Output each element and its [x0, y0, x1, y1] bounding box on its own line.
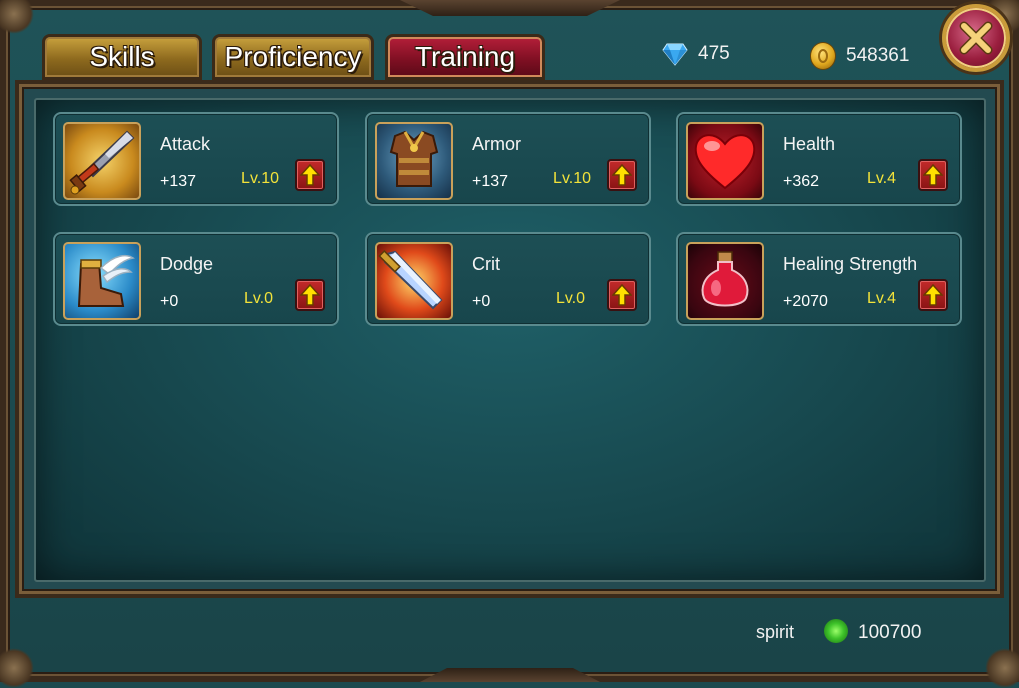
arrow-up-icon: [923, 284, 943, 306]
frame-corner-ornament: [0, 648, 34, 688]
gold-count: 548361: [846, 45, 910, 66]
tab-training[interactable]: Training: [385, 34, 545, 80]
stat-bonus: +137: [472, 173, 509, 190]
stat-level: Lv.10: [241, 170, 279, 187]
potion-icon: [686, 242, 764, 320]
diamond-icon: [662, 42, 688, 66]
winged-boot-icon: [63, 242, 141, 320]
close-icon: [959, 21, 993, 55]
stat-level: Lv.0: [243, 290, 273, 307]
top-ornament: [400, 0, 620, 16]
stat-name: Crit: [472, 254, 500, 274]
arrow-up-icon: [300, 164, 320, 186]
tab-label: Training: [414, 41, 516, 72]
arrow-up-icon: [300, 284, 320, 306]
gem-count: 475: [698, 43, 730, 64]
arrow-up-icon: [612, 164, 632, 186]
gold-coin-icon: [810, 42, 836, 70]
frame-corner-ornament: [985, 648, 1019, 688]
spirit-icon: [824, 619, 848, 643]
spirit-label: spirit: [756, 622, 795, 642]
stat-card-health: Health +362 Lv.4: [676, 112, 962, 206]
stat-bonus: +362: [783, 173, 820, 190]
upgrade-healing-strength-button[interactable]: [918, 279, 948, 311]
frame-corner-ornament: [0, 0, 34, 34]
upgrade-crit-button[interactable]: [607, 279, 637, 311]
arrow-up-icon: [923, 164, 943, 186]
upgrade-armor-button[interactable]: [607, 159, 637, 191]
close-button[interactable]: [942, 4, 1010, 72]
stat-level: Lv.10: [553, 170, 591, 187]
stat-level: Lv.0: [555, 290, 585, 307]
tab-proficiency[interactable]: Proficiency: [212, 34, 374, 80]
stat-card-armor: Armor +137 Lv.10: [365, 112, 651, 206]
stat-bonus: +0: [160, 293, 179, 310]
stat-name: Dodge: [160, 254, 214, 274]
stat-card-dodge: Dodge +0 Lv.0: [53, 232, 339, 326]
stat-card-crit: Crit +0 Lv.0: [365, 232, 651, 326]
stat-level: Lv.4: [866, 290, 896, 307]
stat-bonus: +0: [472, 293, 491, 310]
spirit-value: 100700: [858, 622, 922, 643]
armor-icon: [375, 122, 453, 200]
tab-skills[interactable]: Skills: [42, 34, 202, 80]
heart-icon: [686, 122, 764, 200]
tab-label: Proficiency: [224, 41, 362, 72]
gem-balance: 475: [662, 42, 730, 66]
stat-name: Attack: [160, 134, 211, 154]
stat-name: Health: [783, 134, 836, 154]
gold-balance: 548361: [810, 42, 909, 70]
upgrade-attack-button[interactable]: [295, 159, 325, 191]
upgrade-health-button[interactable]: [918, 159, 948, 191]
stat-card-healing-strength: Healing Strength +2070 Lv.4: [676, 232, 962, 326]
stat-bonus: +137: [160, 173, 197, 190]
sword-icon: [63, 122, 141, 200]
stat-bonus: +2070: [783, 293, 828, 310]
crit-blade-icon: [375, 242, 453, 320]
upgrade-dodge-button[interactable]: [295, 279, 325, 311]
stat-name: Healing Strength: [783, 254, 918, 274]
stat-name: Armor: [472, 134, 521, 154]
tab-label: Skills: [89, 41, 155, 72]
arrow-up-icon: [612, 284, 632, 306]
stat-level: Lv.4: [866, 170, 896, 187]
stat-card-attack: Attack +137 Lv.10: [53, 112, 339, 206]
bottom-ornament: [420, 668, 600, 682]
